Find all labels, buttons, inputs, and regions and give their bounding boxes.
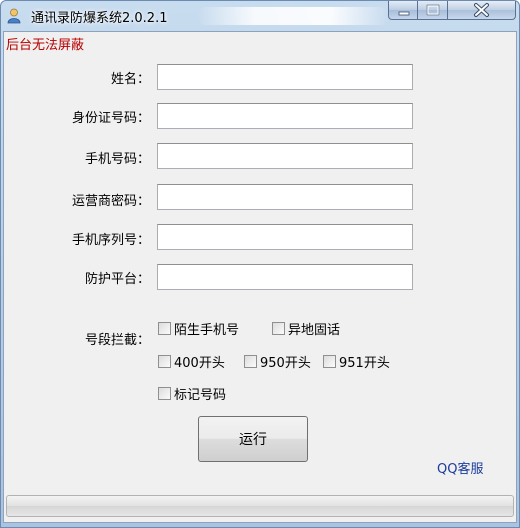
- progress-bar: [6, 495, 514, 517]
- close-icon: [474, 3, 489, 17]
- run-button[interactable]: 运行: [198, 416, 308, 462]
- phone-label: 手机号码：: [84, 152, 150, 167]
- user-app-icon: [7, 8, 21, 24]
- name-label: 姓名：: [110, 72, 150, 87]
- checkbox[interactable]: [158, 355, 171, 368]
- id-number-label: 身份证号码：: [71, 111, 150, 126]
- window-title: 通讯录防爆系统2.0.2.1: [31, 11, 168, 26]
- main-panel: 后台无法屏蔽 姓名： 身份证号码： 手机号码： 运营商密码： 手机序列号： 防护…: [3, 31, 517, 523]
- carrier-password-label: 运营商密码：: [71, 194, 150, 209]
- title-glow: [197, 7, 389, 25]
- option-400[interactable]: 400开头: [158, 352, 225, 371]
- platform-label: 防护平台：: [84, 272, 150, 287]
- checkbox[interactable]: [272, 322, 285, 335]
- id-number-field[interactable]: [157, 103, 413, 129]
- title-bar[interactable]: 通讯录防爆系统2.0.2.1: [1, 1, 519, 31]
- name-field[interactable]: [157, 64, 413, 90]
- device-serial-field[interactable]: [157, 224, 413, 250]
- device-serial-label: 手机序列号：: [71, 233, 150, 248]
- option-remote-landline[interactable]: 异地固话: [272, 319, 340, 338]
- minimize-button[interactable]: [388, 1, 418, 20]
- option-flagged-number[interactable]: 标记号码: [158, 384, 226, 403]
- qq-support-link[interactable]: QQ客服: [437, 458, 483, 477]
- maximize-icon: [426, 4, 440, 16]
- app-window: 通讯录防爆系统2.0.2.1 后台无法屏蔽 姓名： 身份证号码： 手机号码： 运…: [0, 0, 520, 528]
- option-950[interactable]: 950开头: [244, 352, 311, 371]
- option-stranger-mobile[interactable]: 陌生手机号: [158, 319, 239, 338]
- checkbox[interactable]: [323, 355, 336, 368]
- checkbox[interactable]: [244, 355, 257, 368]
- checkbox[interactable]: [158, 387, 171, 400]
- maximize-button[interactable]: [418, 1, 448, 20]
- carrier-password-field[interactable]: [157, 184, 413, 210]
- platform-field[interactable]: [157, 264, 413, 290]
- intercept-label: 号段拦截：: [84, 333, 150, 348]
- minimize-icon: [398, 11, 410, 16]
- phone-field[interactable]: [157, 143, 413, 169]
- option-951[interactable]: 951开头: [323, 352, 390, 371]
- checkbox[interactable]: [158, 322, 171, 335]
- close-button[interactable]: [448, 1, 516, 20]
- notice-text: 后台无法屏蔽: [6, 38, 85, 53]
